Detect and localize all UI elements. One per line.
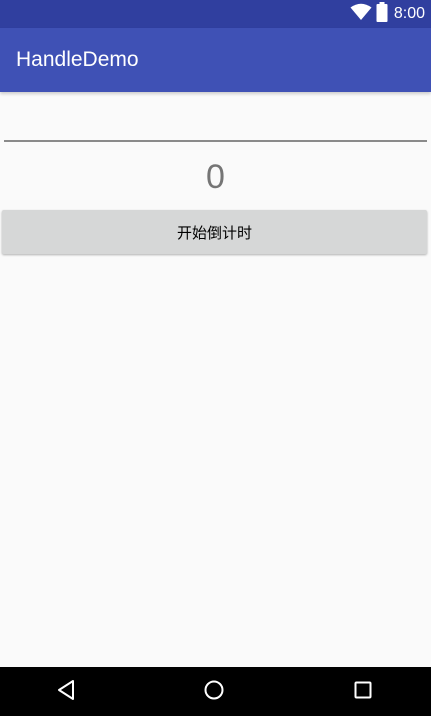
home-button[interactable] bbox=[184, 667, 244, 716]
back-icon bbox=[56, 679, 76, 705]
countdown-input[interactable] bbox=[4, 108, 427, 142]
status-bar: 8:00 bbox=[0, 0, 431, 28]
app-bar: HandleDemo bbox=[0, 28, 431, 92]
status-time: 8:00 bbox=[393, 5, 425, 22]
recents-icon bbox=[353, 680, 373, 704]
recents-button[interactable] bbox=[333, 667, 393, 716]
start-countdown-button[interactable]: 开始倒计时 bbox=[2, 210, 427, 254]
wifi-icon bbox=[350, 3, 372, 25]
navigation-bar bbox=[0, 667, 431, 716]
back-button[interactable] bbox=[36, 667, 96, 716]
home-icon bbox=[203, 679, 225, 705]
app-title: HandleDemo bbox=[16, 48, 139, 71]
countdown-value: 0 bbox=[206, 158, 225, 196]
battery-icon bbox=[376, 2, 388, 26]
status-icons: 8:00 bbox=[350, 0, 425, 28]
